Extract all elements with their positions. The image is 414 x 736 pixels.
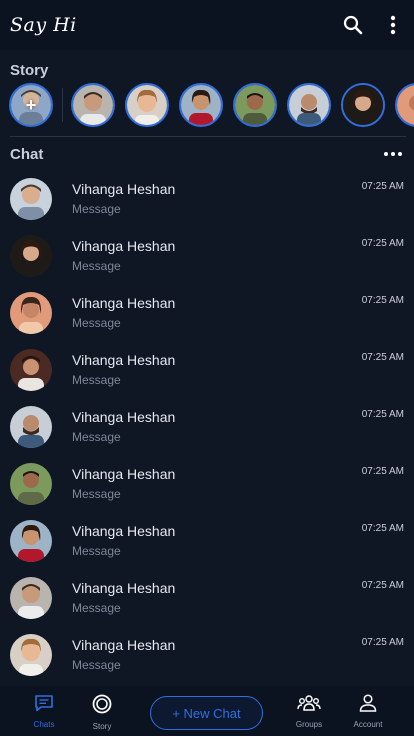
- app-title: Say Hi: [10, 14, 77, 36]
- search-icon[interactable]: [342, 14, 364, 36]
- contact-name: Vihanga Heshan: [72, 523, 176, 539]
- message-time: 07:25 AM: [361, 238, 404, 249]
- groups-icon: [297, 694, 321, 717]
- story-avatar[interactable]: [395, 83, 414, 127]
- avatar: [10, 348, 52, 391]
- story-avatar[interactable]: [341, 83, 385, 127]
- contact-name: Vihanga Heshan: [72, 181, 176, 197]
- message-time: 07:25 AM: [361, 181, 404, 192]
- nav-chats[interactable]: Chats: [14, 694, 74, 729]
- message-preview: Message: [72, 316, 121, 330]
- contact-name: Vihanga Heshan: [72, 409, 176, 425]
- message-time: 07:25 AM: [361, 466, 404, 477]
- nav-story-label: Story: [92, 722, 112, 731]
- add-story-icon: +: [25, 94, 37, 115]
- contact-name: Vihanga Heshan: [72, 637, 176, 653]
- story-divider: [62, 88, 63, 122]
- avatar: [10, 576, 52, 619]
- story-avatar[interactable]: [71, 83, 115, 127]
- nav-account[interactable]: Account: [338, 694, 398, 729]
- chat-bubble-icon: [34, 694, 54, 717]
- chat-list-item[interactable]: Vihanga Heshan Message 07:25 AM: [0, 455, 414, 512]
- account-icon: [358, 694, 378, 717]
- nav-chats-label: Chats: [33, 720, 55, 729]
- app-screen: Say Hi Story + Chat Vihanga Heshan Messa…: [0, 0, 414, 736]
- story-section-title: Story: [10, 62, 49, 79]
- chat-list-item[interactable]: Vihanga Heshan Message 07:25 AM: [0, 227, 414, 284]
- more-vertical-icon[interactable]: [382, 14, 404, 36]
- bottom-navigation: Chats Story + New Chat Groups Account: [0, 686, 414, 736]
- story-ring-icon: [92, 694, 112, 719]
- more-horizontal-icon[interactable]: [382, 146, 404, 162]
- avatar: [10, 177, 52, 220]
- story-avatar[interactable]: [179, 83, 223, 127]
- chat-list-item[interactable]: Vihanga Heshan Message 07:25 AM: [0, 170, 414, 227]
- chat-list: Vihanga Heshan Message 07:25 AM Vihanga …: [0, 170, 414, 683]
- chat-list-item[interactable]: Vihanga Heshan Message 07:25 AM: [0, 284, 414, 341]
- avatar: [10, 633, 52, 676]
- message-preview: Message: [72, 601, 121, 615]
- avatar: [10, 291, 52, 334]
- message-time: 07:25 AM: [361, 637, 404, 648]
- story-strip[interactable]: +: [9, 83, 414, 127]
- chat-section-title: Chat: [10, 146, 44, 163]
- message-preview: Message: [72, 259, 121, 273]
- story-avatar[interactable]: [233, 83, 277, 127]
- message-time: 07:25 AM: [361, 295, 404, 306]
- message-preview: Message: [72, 202, 121, 216]
- message-preview: Message: [72, 487, 121, 501]
- nav-account-label: Account: [353, 720, 383, 729]
- contact-name: Vihanga Heshan: [72, 295, 176, 311]
- chat-list-item[interactable]: Vihanga Heshan Message 07:25 AM: [0, 569, 414, 626]
- nav-story[interactable]: Story: [72, 694, 132, 731]
- chat-list-item[interactable]: Vihanga Heshan Message 07:25 AM: [0, 341, 414, 398]
- nav-groups[interactable]: Groups: [279, 694, 339, 729]
- message-time: 07:25 AM: [361, 352, 404, 363]
- message-time: 07:25 AM: [361, 409, 404, 420]
- new-chat-button[interactable]: + New Chat: [150, 696, 263, 730]
- avatar: [10, 462, 52, 505]
- add-story-avatar[interactable]: +: [9, 83, 53, 127]
- message-preview: Message: [72, 658, 121, 672]
- avatar: [10, 234, 52, 277]
- message-time: 07:25 AM: [361, 580, 404, 591]
- nav-groups-label: Groups: [295, 720, 323, 729]
- story-avatar[interactable]: [287, 83, 331, 127]
- message-preview: Message: [72, 544, 121, 558]
- message-time: 07:25 AM: [361, 523, 404, 534]
- avatar: [10, 519, 52, 562]
- story-avatar[interactable]: [125, 83, 169, 127]
- contact-name: Vihanga Heshan: [72, 466, 176, 482]
- message-preview: Message: [72, 430, 121, 444]
- contact-name: Vihanga Heshan: [72, 580, 176, 596]
- section-divider: [10, 136, 406, 137]
- contact-name: Vihanga Heshan: [72, 238, 176, 254]
- top-app-bar: Say Hi: [0, 0, 414, 50]
- message-preview: Message: [72, 373, 121, 387]
- avatar: [10, 405, 52, 448]
- chat-list-item[interactable]: Vihanga Heshan Message 07:25 AM: [0, 512, 414, 569]
- chat-list-item[interactable]: Vihanga Heshan Message 07:25 AM: [0, 626, 414, 683]
- contact-name: Vihanga Heshan: [72, 352, 176, 368]
- header-actions: [342, 14, 404, 36]
- chat-list-item[interactable]: Vihanga Heshan Message 07:25 AM: [0, 398, 414, 455]
